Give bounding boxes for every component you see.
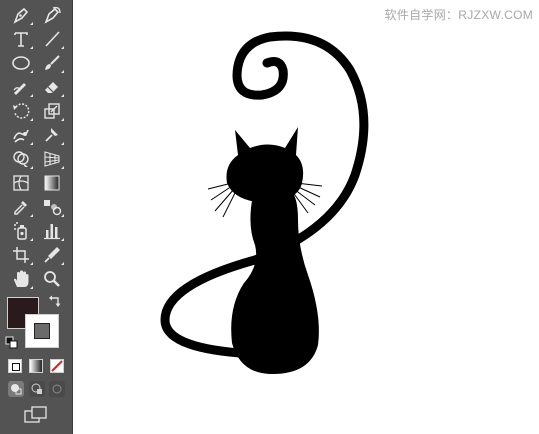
- puppet-pin-icon: [45, 128, 58, 142]
- hand-tool[interactable]: [9, 268, 33, 290]
- none-mode-button[interactable]: [50, 359, 64, 373]
- draw-inside-button[interactable]: [49, 381, 65, 397]
- draw-normal-button[interactable]: [8, 381, 24, 397]
- symbol-sprayer-tool[interactable]: [9, 220, 33, 242]
- tools-panel: [0, 0, 73, 434]
- draw-behind-icon: [31, 383, 42, 394]
- warp-icon: [13, 129, 29, 143]
- zoom-magnifier-icon: [44, 271, 60, 287]
- mesh-tool[interactable]: [9, 172, 33, 194]
- perspective-grid-icon: [44, 151, 60, 167]
- curvature-pen-icon: [44, 6, 61, 24]
- cat-head: [226, 127, 304, 203]
- stroke-color-swatch[interactable]: [25, 314, 59, 348]
- screen-mode-icon[interactable]: [24, 405, 48, 425]
- slice-tool[interactable]: [40, 244, 64, 266]
- symbol-sprayer-icon: [14, 222, 27, 240]
- scale-icon: [44, 103, 60, 119]
- paintbrush-tool[interactable]: [40, 52, 64, 74]
- cat-silhouette-artwork: [160, 31, 369, 375]
- draw-behind-button[interactable]: [29, 381, 45, 397]
- rotate-tool[interactable]: [9, 100, 33, 122]
- shaper-pencil-icon: [13, 83, 26, 95]
- gradient-icon: [44, 175, 60, 191]
- default-fill-stroke-icon[interactable]: [5, 336, 19, 350]
- artboard-icon: [13, 247, 29, 263]
- paintbrush-icon: [45, 55, 60, 70]
- shape-builder-tool[interactable]: [9, 148, 33, 170]
- eraser-tool[interactable]: [40, 76, 64, 98]
- watermark-text: 软件自学网：RJZXW.COM: [384, 8, 533, 22]
- column-graph-tool[interactable]: [40, 220, 64, 242]
- color-mode-inner: [12, 363, 20, 371]
- type-tool[interactable]: [9, 28, 33, 50]
- color-mode-button[interactable]: [8, 359, 22, 373]
- draw-normal-icon: [11, 384, 22, 395]
- mesh-icon: [13, 175, 29, 191]
- ellipse-icon: [12, 56, 30, 70]
- line-segment-icon: [45, 31, 60, 47]
- gradient-tool[interactable]: [40, 172, 64, 194]
- puppet-warp-tool[interactable]: [40, 124, 64, 146]
- swap-fill-stroke-icon[interactable]: [48, 294, 62, 308]
- scale-tool[interactable]: [40, 100, 64, 122]
- hand-icon: [14, 270, 29, 287]
- warp-tool[interactable]: [9, 124, 33, 146]
- column-graph-icon: [44, 224, 60, 240]
- cat-body: [231, 195, 319, 375]
- draw-inside-icon: [52, 384, 62, 394]
- perspective-grid-tool[interactable]: [40, 148, 64, 170]
- rotate-icon: [13, 103, 30, 119]
- blend-tool[interactable]: [40, 196, 64, 218]
- stroke-inner-indicator: [34, 323, 50, 339]
- type-t-icon: [14, 32, 28, 47]
- ellipse-tool[interactable]: [9, 52, 33, 74]
- blend-icon: [44, 200, 62, 216]
- shape-builder-icon: [13, 151, 29, 167]
- zoom-tool[interactable]: [40, 268, 64, 290]
- line-segment-tool[interactable]: [40, 28, 64, 50]
- eraser-icon: [45, 82, 58, 93]
- curvature-tool[interactable]: [40, 4, 64, 26]
- shaper-tool[interactable]: [9, 76, 33, 98]
- artboard-tool[interactable]: [9, 244, 33, 266]
- eyedropper-icon: [14, 201, 27, 215]
- gradient-mode-button[interactable]: [29, 359, 43, 373]
- eyedropper-tool[interactable]: [9, 196, 33, 218]
- slice-knife-icon: [44, 247, 60, 263]
- pen-icon: [13, 7, 29, 24]
- pen-tool[interactable]: [9, 4, 33, 26]
